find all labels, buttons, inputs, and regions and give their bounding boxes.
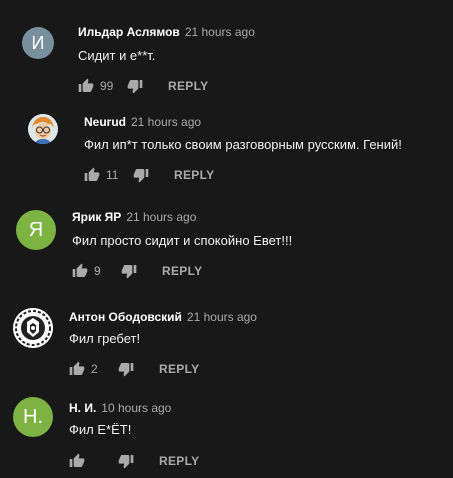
reply-button[interactable]: REPLY [168,79,208,93]
timestamp[interactable]: 21 hours ago [187,310,257,324]
comment-text: Сидит и е**т. [78,48,156,63]
comment-header: Антон Ободовский 21 hours ago [69,309,257,325]
comment-actions: 11 REPLY [84,165,214,185]
thumbs-up-icon[interactable] [84,167,100,183]
comment-actions: 99 REPLY [78,76,208,96]
author-name[interactable]: Neurud [84,115,126,129]
comment-text: Фил ип*т только своим разговорным русски… [84,137,402,152]
thumbs-up-icon[interactable] [69,361,85,377]
reply-button[interactable]: REPLY [159,454,199,468]
comment-item: И Ильдар Аслямов 21 hours ago Сидит и е**… [0,0,453,100]
comment-actions: 2 REPLY [69,359,199,379]
avatar[interactable]: Я [16,210,56,250]
thumbs-up-icon[interactable] [72,263,88,279]
emblem-crest-icon[interactable] [13,308,53,348]
thumbs-down-icon[interactable] [118,361,134,377]
comment-header: Neurud 21 hours ago [84,114,201,130]
comment-text: Фил просто сидит и спокойно Евет!!! [72,233,293,248]
timestamp[interactable]: 21 hours ago [185,25,255,39]
like-count: 9 [94,264,101,278]
comment-item: Н. Н. И. 10 hours ago Фил Е*ЁТ! REPLY [0,385,453,478]
comment-text: Фил гребет! [69,331,141,346]
comment-text: Фил Е*ЁТ! [69,422,132,437]
reply-button[interactable]: REPLY [159,362,199,376]
timestamp[interactable]: 10 hours ago [101,401,171,415]
like-count: 99 [100,79,114,93]
author-name[interactable]: Ярик ЯР [72,210,121,224]
reply-button[interactable]: REPLY [162,264,202,278]
avatar[interactable]: И [22,27,54,59]
timestamp[interactable]: 21 hours ago [131,115,201,129]
comment-item: Антон Ободовский 21 hours ago Фил гребет!… [0,290,453,385]
author-name[interactable]: Н. И. [69,401,96,415]
like-count: 2 [91,362,98,376]
thumbs-up-icon[interactable] [69,453,85,469]
reply-button[interactable]: REPLY [174,168,214,182]
thumbs-down-icon[interactable] [133,167,149,183]
comment-actions: 9 REPLY [72,261,202,281]
avatar[interactable]: Н. [13,397,53,437]
thumbs-down-icon[interactable] [127,78,143,94]
author-name[interactable]: Ильдар Аслямов [78,25,180,39]
like-count: 11 [106,168,119,182]
comment-header: Ярик ЯР 21 hours ago [72,209,196,225]
comment-item: Я Ярик ЯР 21 hours ago Фил просто сидит и… [0,195,453,290]
comment-header: Н. И. 10 hours ago [69,400,171,416]
thumbs-up-icon[interactable] [78,78,94,94]
comment-actions: REPLY [69,451,199,471]
thumbs-down-icon[interactable] [121,263,137,279]
comment-item: Neurud 21 hours ago Фил ип*т только своим… [0,100,453,195]
thumbs-down-icon[interactable] [118,453,134,469]
comment-header: Ильдар Аслямов 21 hours ago [78,24,255,40]
cartoon-character-icon[interactable] [28,114,58,144]
timestamp[interactable]: 21 hours ago [126,210,196,224]
author-name[interactable]: Антон Ободовский [69,310,182,324]
